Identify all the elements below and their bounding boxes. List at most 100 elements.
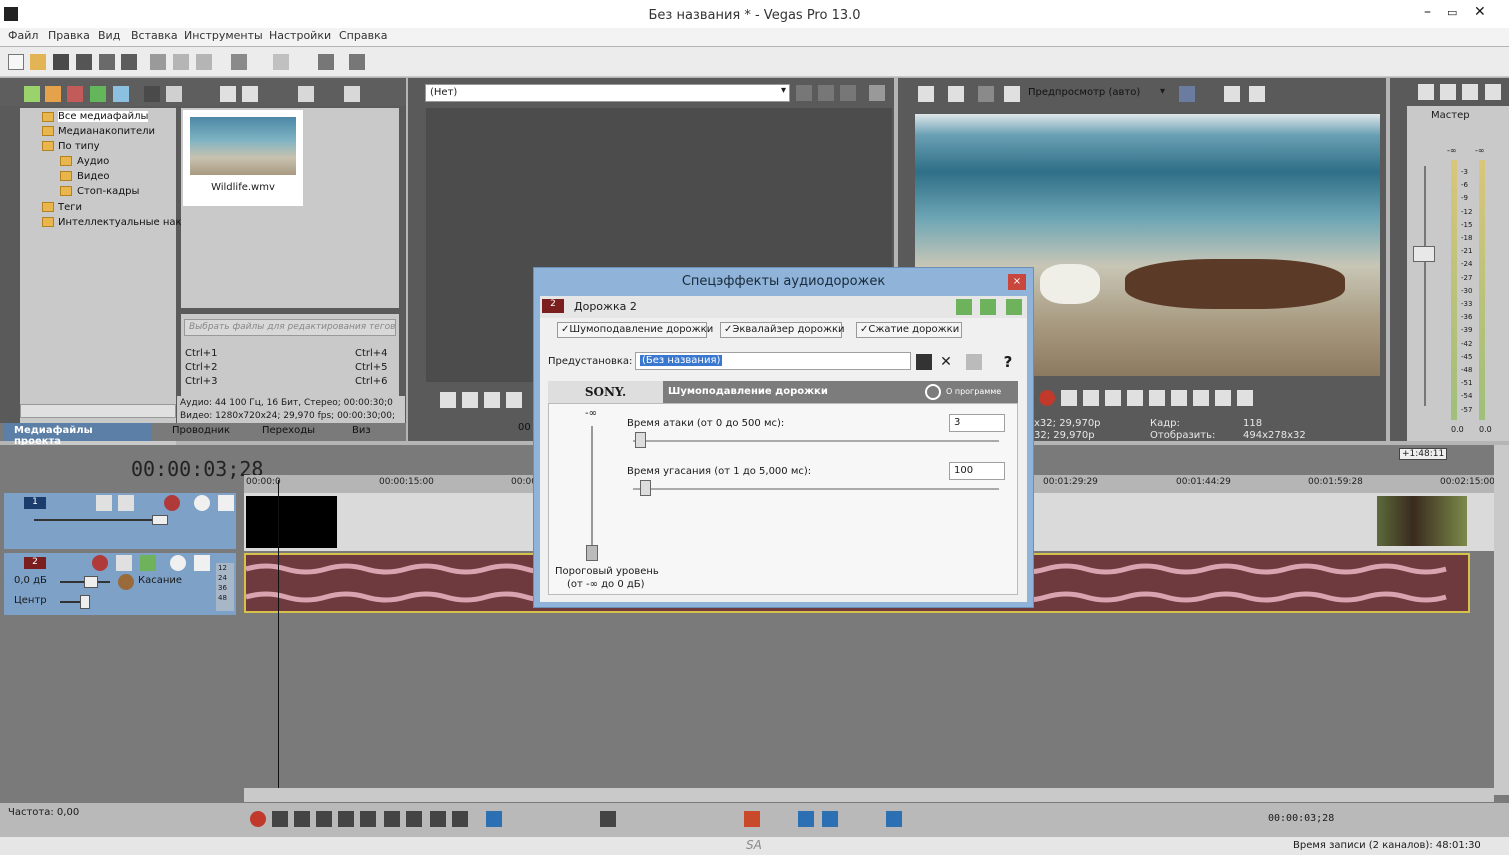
attack-slider[interactable] bbox=[633, 440, 999, 442]
menu-options[interactable]: Настройки bbox=[269, 29, 331, 42]
track-motion-icon[interactable] bbox=[96, 495, 112, 511]
copy-snapshot-icon[interactable] bbox=[1224, 86, 1240, 102]
save-as-icon[interactable] bbox=[76, 54, 92, 70]
record-icon[interactable] bbox=[1039, 390, 1055, 406]
chain-item-noise-gate[interactable]: ✓Шумоподавление дорожки bbox=[557, 322, 713, 338]
tab-video-fx[interactable]: Виз bbox=[352, 425, 371, 436]
chain-settings-icon[interactable] bbox=[1006, 299, 1022, 315]
go-to-end-icon[interactable] bbox=[1193, 390, 1209, 406]
loop-icon[interactable] bbox=[272, 811, 288, 827]
video-event-thumb[interactable] bbox=[1377, 496, 1467, 546]
pause-icon[interactable] bbox=[1127, 390, 1143, 406]
next-frame-icon[interactable] bbox=[1237, 390, 1253, 406]
normal-edit-tool-icon[interactable] bbox=[486, 811, 502, 827]
trimmer-select[interactable]: (Нет) bbox=[425, 84, 790, 102]
track-solo-icon[interactable] bbox=[218, 495, 234, 511]
open-icon[interactable] bbox=[30, 54, 46, 70]
stop-icon[interactable] bbox=[1149, 390, 1165, 406]
chain-item-eq[interactable]: ✓Эквалайзер дорожки bbox=[720, 322, 845, 338]
track-fx-icon[interactable] bbox=[118, 495, 134, 511]
tree-audio[interactable]: Аудио bbox=[77, 156, 109, 167]
render-icon[interactable] bbox=[99, 54, 115, 70]
prev-frame-icon[interactable] bbox=[430, 811, 446, 827]
tree-by-type[interactable]: По типу bbox=[58, 141, 100, 152]
play-icon[interactable] bbox=[1105, 390, 1121, 406]
maximize-icon[interactable]: ▭ bbox=[1447, 6, 1457, 19]
get-media-icon[interactable] bbox=[67, 86, 83, 102]
plugin-chain-icon[interactable] bbox=[956, 299, 972, 315]
undo-icon[interactable] bbox=[231, 54, 247, 70]
chain-item-compressor[interactable]: ✓Сжатие дорожки bbox=[856, 322, 962, 338]
prev-frame-icon[interactable] bbox=[1215, 390, 1231, 406]
tree-tags[interactable]: Теги bbox=[58, 202, 82, 213]
tag-filter-input[interactable]: Выбрать файлы для редактирования тегов bbox=[184, 319, 396, 336]
preview-mode-select[interactable]: Предпросмотр (авто) bbox=[1028, 87, 1140, 98]
track-solo-icon[interactable] bbox=[194, 555, 210, 571]
track-1-header[interactable]: 1 bbox=[4, 493, 236, 549]
ignore-grouping-icon[interactable] bbox=[886, 811, 902, 827]
new-project-icon[interactable] bbox=[8, 54, 24, 70]
help-icon[interactable]: ? bbox=[1000, 354, 1016, 370]
release-slider-handle[interactable] bbox=[640, 480, 652, 496]
bypass-icon[interactable] bbox=[925, 384, 941, 400]
enable-snapping-icon[interactable] bbox=[318, 54, 334, 70]
master-fx-icon[interactable] bbox=[1440, 84, 1456, 100]
tree-scrollbar[interactable] bbox=[20, 404, 176, 418]
about-link[interactable]: О программе bbox=[946, 387, 1001, 396]
preset-select[interactable]: (Без названия) bbox=[635, 352, 911, 370]
track-1-level-slider[interactable] bbox=[34, 519, 154, 521]
search-icon[interactable] bbox=[344, 86, 360, 102]
dim-icon[interactable] bbox=[1485, 84, 1501, 100]
video-event-black[interactable] bbox=[246, 496, 337, 548]
threshold-slider-handle[interactable] bbox=[586, 545, 598, 561]
chevron-down-icon[interactable]: ▾ bbox=[781, 85, 786, 96]
close-icon[interactable]: ✕ bbox=[1474, 4, 1486, 20]
media-thumbnail-card[interactable]: Wildlife.wmv bbox=[183, 110, 303, 206]
play-icon[interactable] bbox=[316, 811, 332, 827]
external-monitor-icon[interactable] bbox=[948, 86, 964, 102]
get-media-web-icon[interactable] bbox=[90, 86, 106, 102]
redo-icon[interactable] bbox=[273, 54, 289, 70]
next-frame-icon[interactable] bbox=[452, 811, 468, 827]
pan-handle[interactable] bbox=[80, 595, 90, 609]
delete-icon[interactable] bbox=[600, 811, 616, 827]
play-from-start-icon[interactable] bbox=[462, 392, 478, 408]
tree-stills[interactable]: Стоп-кадры bbox=[77, 186, 139, 197]
track-fx-icon[interactable] bbox=[140, 555, 156, 571]
minimize-icon[interactable]: – bbox=[1424, 4, 1431, 20]
menu-file[interactable]: Файл bbox=[8, 29, 38, 42]
whats-this-icon[interactable] bbox=[349, 54, 365, 70]
play-from-start-icon[interactable] bbox=[1083, 390, 1099, 406]
menu-tools[interactable]: Инструменты bbox=[184, 29, 263, 42]
trimmer-screen-icon[interactable] bbox=[869, 85, 885, 101]
tree-video[interactable]: Видео bbox=[77, 171, 110, 182]
copy-icon[interactable] bbox=[173, 54, 189, 70]
track-1-level-handle[interactable] bbox=[152, 515, 168, 525]
save-preset-icon[interactable] bbox=[916, 354, 932, 370]
overlays-icon[interactable] bbox=[1179, 86, 1195, 102]
close-icon[interactable]: × bbox=[1008, 274, 1026, 290]
track-mute-icon[interactable] bbox=[194, 495, 210, 511]
views-icon[interactable] bbox=[298, 86, 314, 102]
downmix-icon[interactable] bbox=[1462, 84, 1478, 100]
tree-media-bins[interactable]: Медианакопители bbox=[58, 126, 155, 137]
add-to-timeline-icon[interactable] bbox=[796, 85, 812, 101]
attack-input[interactable]: 3 bbox=[949, 414, 1005, 432]
properties-icon[interactable] bbox=[121, 54, 137, 70]
tab-transitions[interactable]: Переходы bbox=[262, 425, 315, 436]
pause-icon[interactable] bbox=[338, 811, 354, 827]
vertical-scrollbar[interactable] bbox=[1494, 445, 1509, 795]
record-icon[interactable] bbox=[250, 811, 266, 827]
release-input[interactable]: 100 bbox=[949, 462, 1005, 480]
track-2-header[interactable]: 2 0,0 дБ Касание Центр 12 24 36 48 bbox=[4, 553, 236, 615]
release-slider[interactable] bbox=[633, 488, 999, 490]
loop-icon[interactable] bbox=[1061, 390, 1077, 406]
marker-label[interactable]: +1:48:11 bbox=[1399, 448, 1448, 460]
reset-preset-icon[interactable] bbox=[966, 354, 982, 370]
save-icon[interactable] bbox=[53, 54, 69, 70]
menu-edit[interactable]: Правка bbox=[48, 29, 90, 42]
track-composite-icon[interactable] bbox=[164, 495, 180, 511]
threshold-slider-track[interactable] bbox=[591, 426, 593, 556]
tab-explorer[interactable]: Проводник bbox=[172, 425, 230, 436]
go-to-end-icon[interactable] bbox=[406, 811, 422, 827]
